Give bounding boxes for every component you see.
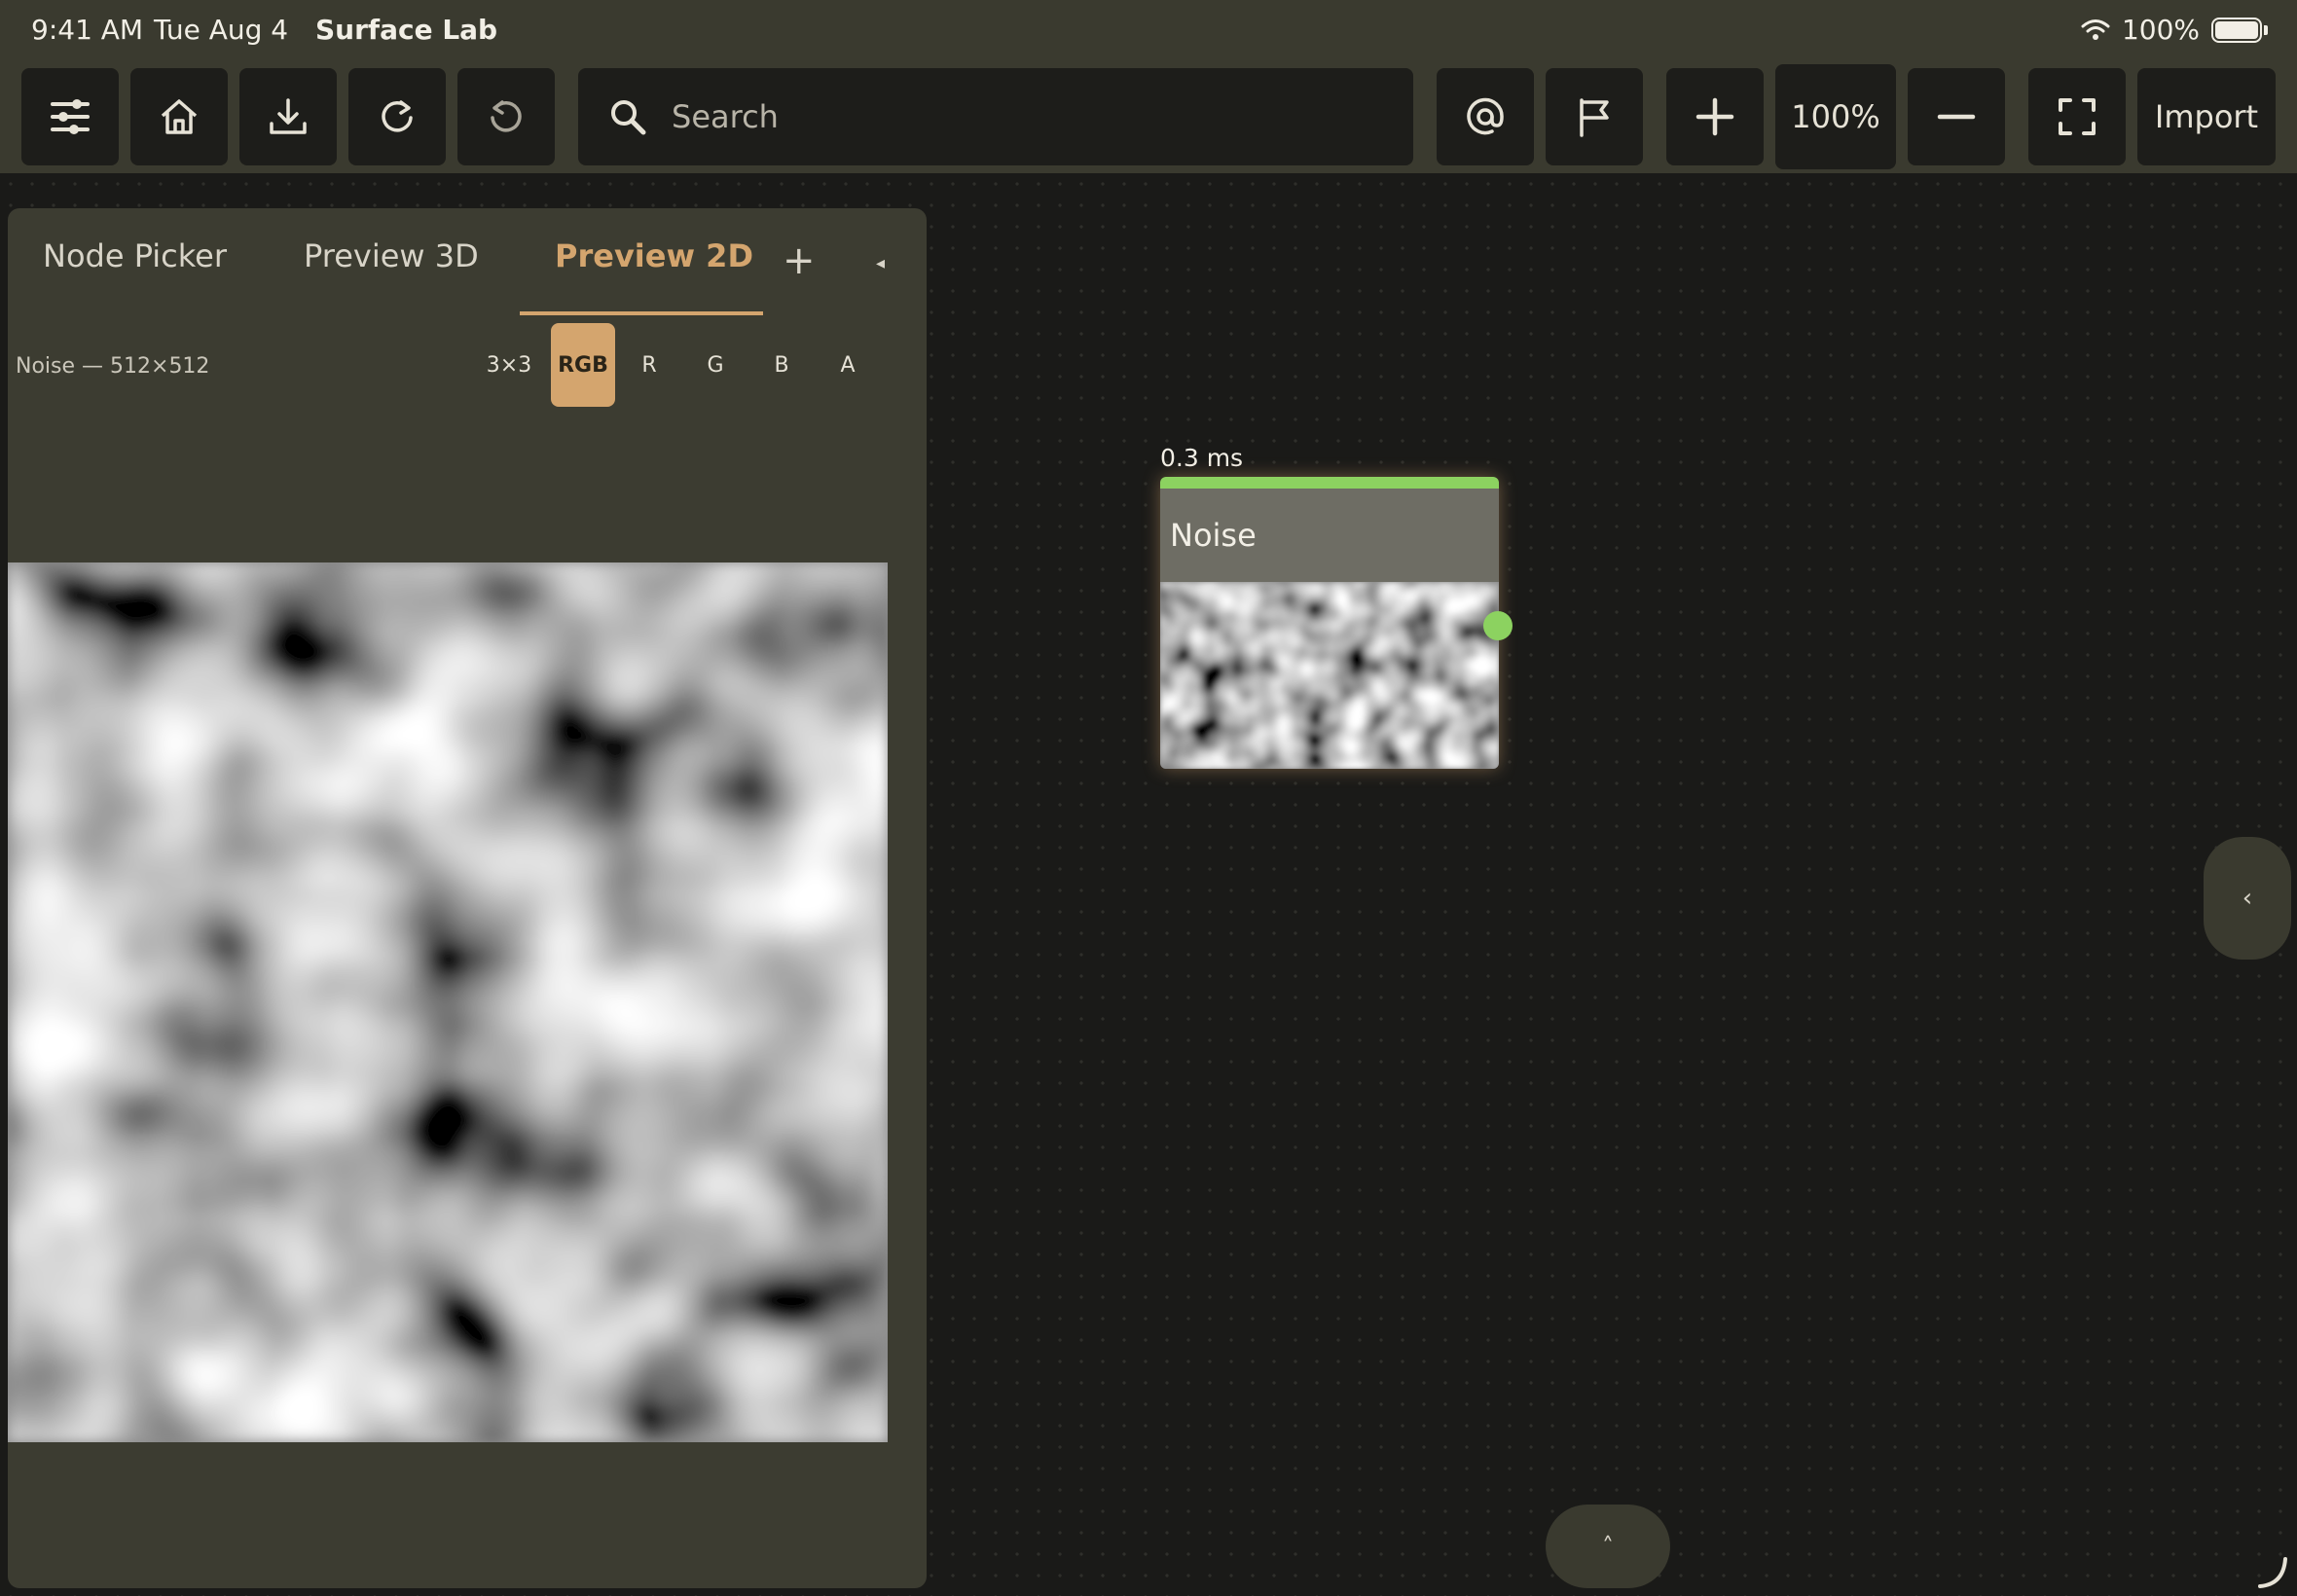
channel-g[interactable]: G: [683, 323, 747, 407]
sliders-icon: [51, 99, 90, 134]
zoom-out-button[interactable]: [1908, 68, 2005, 165]
noise-node[interactable]: Noise: [1160, 477, 1499, 769]
resize-corner-icon[interactable]: [2256, 1555, 2289, 1588]
app-name: Surface Lab: [315, 14, 498, 46]
flag-button[interactable]: [1546, 68, 1643, 165]
chevron-left-icon: ‹: [2242, 884, 2253, 913]
noise-texture-large: [8, 562, 888, 1442]
settings-button[interactable]: [21, 68, 119, 165]
zoom-in-icon: [1695, 97, 1734, 136]
channel-r[interactable]: R: [617, 323, 681, 407]
wifi-icon: [2081, 18, 2110, 40]
import-label: Import: [2154, 98, 2259, 135]
status-time: 9:41 AM: [31, 14, 144, 46]
node-title: Noise: [1170, 517, 1257, 554]
noise-preview-image[interactable]: [8, 562, 888, 1442]
fullscreen-icon: [2059, 98, 2096, 135]
home-button[interactable]: [130, 68, 228, 165]
channel-a-label: A: [840, 352, 856, 378]
chevron-up-icon: ˄: [1602, 1533, 1614, 1560]
node-thumbnail: [1160, 582, 1499, 769]
channel-3x3-label: 3×3: [486, 352, 532, 378]
channel-b[interactable]: B: [749, 323, 814, 407]
node-header: Noise: [1160, 489, 1499, 582]
tab-node-picker[interactable]: Node Picker: [43, 237, 227, 274]
zoom-in-button[interactable]: [1666, 68, 1764, 165]
channel-r-label: R: [641, 352, 657, 378]
status-bar: 9:41 AM Tue Aug 4 Surface Lab 100%: [0, 0, 2297, 62]
channel-rgb-label: RGB: [558, 352, 608, 378]
home-icon: [161, 99, 198, 134]
zoom-level-value: 100%: [1791, 98, 1880, 135]
bottom-panel-handle[interactable]: ˄: [1546, 1505, 1670, 1588]
toolbar: 100% Import: [0, 62, 2297, 173]
fullscreen-button[interactable]: [2028, 68, 2126, 165]
search-box[interactable]: [578, 68, 1413, 165]
tab-preview-2d[interactable]: Preview 2D: [555, 237, 753, 274]
mention-button[interactable]: [1437, 68, 1534, 165]
preview-label: Noise — 512×512: [16, 354, 210, 379]
collapse-panel-button[interactable]: ◂: [876, 253, 885, 273]
channel-g-label: G: [707, 352, 724, 378]
zoom-out-icon: [1937, 114, 1976, 120]
node-timing: 0.3 ms: [1160, 444, 1244, 472]
app-root: 9:41 AM Tue Aug 4 Surface Lab 100% Searc…: [0, 0, 2297, 1596]
channel-3x3[interactable]: 3×3: [477, 323, 541, 407]
side-panel: Node Picker Preview 3D Preview 2D + ◂ No…: [8, 208, 927, 1588]
download-button[interactable]: [239, 68, 337, 165]
download-icon: [270, 98, 307, 134]
search-icon: [611, 100, 646, 135]
tab-preview-3d[interactable]: Preview 3D: [304, 237, 479, 274]
node-output-port[interactable]: [1483, 611, 1513, 640]
battery-icon: [2211, 17, 2262, 43]
status-date: Tue Aug 4: [154, 14, 289, 46]
zoom-level: 100%: [1775, 64, 1896, 169]
active-tab-indicator: [520, 311, 763, 315]
channel-b-label: B: [774, 352, 789, 378]
channel-rgb[interactable]: RGB: [551, 323, 615, 407]
battery-percent: 100%: [2121, 14, 2200, 46]
status-right: 100%: [2081, 14, 2268, 46]
import-button[interactable]: Import: [2137, 68, 2276, 165]
flag-icon: [1580, 98, 1609, 137]
noise-texture-small: [1160, 582, 1499, 769]
node-status-bar: [1160, 477, 1499, 489]
right-panel-handle[interactable]: ‹: [2204, 837, 2291, 960]
add-tab-button[interactable]: +: [783, 241, 816, 280]
redo-icon: [382, 100, 413, 132]
battery-tip: [2264, 24, 2268, 35]
search-input[interactable]: [670, 97, 1355, 136]
undo-icon: [491, 100, 522, 132]
undo-button[interactable]: [457, 68, 555, 165]
channel-a[interactable]: A: [816, 323, 880, 407]
redo-button[interactable]: [348, 68, 446, 165]
at-sign-icon: [1467, 97, 1504, 135]
